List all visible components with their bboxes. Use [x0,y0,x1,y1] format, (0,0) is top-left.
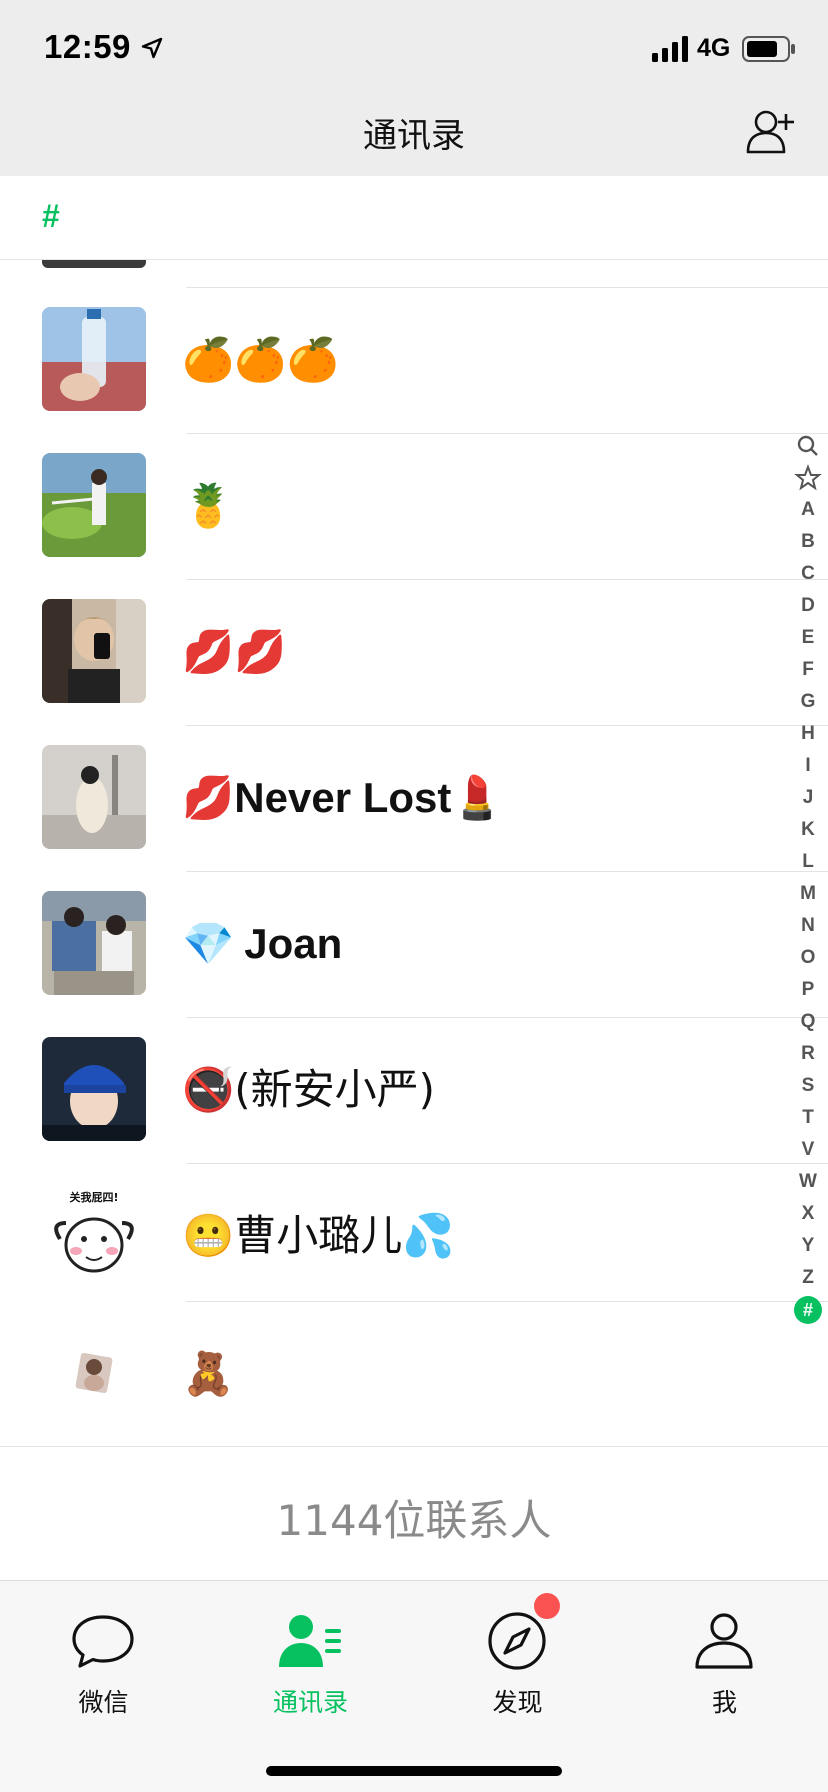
index-letter[interactable]: S [792,1070,824,1102]
index-letter-active[interactable]: # [794,1296,822,1324]
index-letter[interactable]: T [792,1102,824,1134]
contact-avatar [42,745,146,849]
index-letter[interactable]: O [792,942,824,974]
battery-icon [742,36,795,62]
section-letter: # [42,198,60,234]
add-friend-icon[interactable] [746,108,796,154]
status-bar: 12:59 4G [0,0,828,96]
contact-name: 💋💋 [182,624,287,680]
contact-row[interactable]: 💋💋 [0,580,828,725]
name-prefix-emoji: 💋 [182,773,235,822]
contact-name: 🍊🍊🍊 [182,332,339,388]
tab-label: 发现 [492,1688,543,1717]
tab-label: 微信 [78,1688,129,1717]
contact-name-text: 曹小璐儿 [234,1211,403,1260]
contact-name-text: 🍍 [182,481,235,530]
contact-avatar [42,307,146,411]
index-letter[interactable]: M [792,878,824,910]
contact-avatar [42,453,146,557]
index-letter[interactable]: V [792,1134,824,1166]
contact-count: 1144位联系人 [276,1496,552,1545]
avatar-caption: 关我屁四! [69,1191,119,1204]
name-suffix-emoji: 💄 [451,773,504,822]
index-letter[interactable]: I [792,750,824,782]
discover-badge-dot [534,1593,560,1619]
index-star-icon[interactable] [792,462,824,494]
tab-contacts[interactable]: 通讯录 [207,1581,414,1731]
chat-bubble-icon [72,1615,134,1668]
contact-name: 💋 Never Lost 💄 [182,770,504,826]
index-letter[interactable]: Z [792,1262,824,1294]
index-letter[interactable]: E [792,622,824,654]
contact-count-footer: 1144位联系人 [0,1446,828,1580]
index-letter[interactable]: Y [792,1230,824,1262]
contact-name: 🧸 [182,1346,234,1402]
partial-avatar [42,260,146,268]
compass-icon [488,1612,546,1670]
contact-row[interactable]: 🍍 [0,434,828,579]
index-letter[interactable]: J [792,782,824,814]
index-letter[interactable]: B [792,526,824,558]
name-prefix-emoji: 🚭 [182,1065,235,1114]
home-indicator [266,1766,562,1776]
contact-name-text: Joan [244,920,343,967]
index-letter[interactable]: D [792,590,824,622]
index-letter[interactable]: L [792,846,824,878]
index-letter[interactable]: P [792,974,824,1006]
contact-row[interactable]: 🚭 (新安小严) [0,1018,828,1163]
contact-avatar [42,599,146,703]
tab-label: 我 [711,1688,737,1717]
index-letter[interactable]: G [792,686,824,718]
contact-name-text: Never Lost [234,774,452,821]
contact-row[interactable]: 🍊🍊🍊 [0,288,828,433]
tab-bar: 微信 通讯录 发现 我 [0,1580,828,1792]
contact-row[interactable]: 🧸 [0,1302,828,1446]
contact-name: 💎 Joan [182,916,342,972]
contact-avatar [42,1321,146,1425]
name-prefix-emoji: 💎 [182,919,235,968]
index-letter[interactable]: Q [792,1006,824,1038]
contact-name-text: 💋💋 [182,627,287,676]
signal-icon [652,36,688,62]
index-letter[interactable]: R [792,1038,824,1070]
contact-name: 😬 曹小璐儿 💦 [182,1208,455,1264]
location-arrow-icon [141,37,163,59]
person-icon [695,1613,753,1669]
index-letter[interactable]: A [792,494,824,526]
contact-name-text: (新安小严) [234,1065,436,1114]
tab-discover[interactable]: 发现 [414,1581,621,1731]
index-letter[interactable]: F [792,654,824,686]
index-letter[interactable]: C [792,558,824,590]
contact-name-text: 🧸 [182,1349,235,1398]
index-letter[interactable]: N [792,910,824,942]
network-type: 4G [697,34,731,62]
index-letter[interactable]: K [792,814,824,846]
name-prefix-emoji: 😬 [182,1211,235,1260]
name-suffix-emoji: 💦 [402,1211,455,1260]
contact-list[interactable]: 🍊🍊🍊 🍍 💋💋 💋 Never Lost 💄 💎 Joan 🚭 (新安小严) … [0,260,828,1446]
tab-me[interactable]: 我 [621,1581,828,1731]
contact-name-text: 🍊🍊🍊 [182,335,339,384]
contact-row[interactable]: 💋 Never Lost 💄 [0,726,828,871]
contact-row[interactable]: 💎 Joan [0,872,828,1017]
section-header: # [0,176,828,260]
tab-label: 通讯录 [272,1688,348,1717]
contacts-icon [279,1615,341,1667]
contact-avatar [42,891,146,995]
contact-name: 🚭 (新安小严) [182,1062,435,1118]
status-time: 12:59 [44,28,131,65]
page-title: 通讯录 [363,116,465,156]
index-search-icon[interactable] [792,430,824,462]
index-letter[interactable]: W [792,1166,824,1198]
index-letter[interactable]: X [792,1198,824,1230]
contact-row[interactable]: 关我屁四! 😬 曹小璐儿 💦 [0,1164,828,1309]
tab-chats[interactable]: 微信 [0,1581,207,1731]
contact-avatar [42,1037,146,1141]
contact-name: 🍍 [182,478,234,534]
top-bar: 12:59 4G 通讯录 [0,0,828,176]
index-letter[interactable]: H [792,718,824,750]
contact-avatar: 关我屁四! [42,1183,146,1287]
